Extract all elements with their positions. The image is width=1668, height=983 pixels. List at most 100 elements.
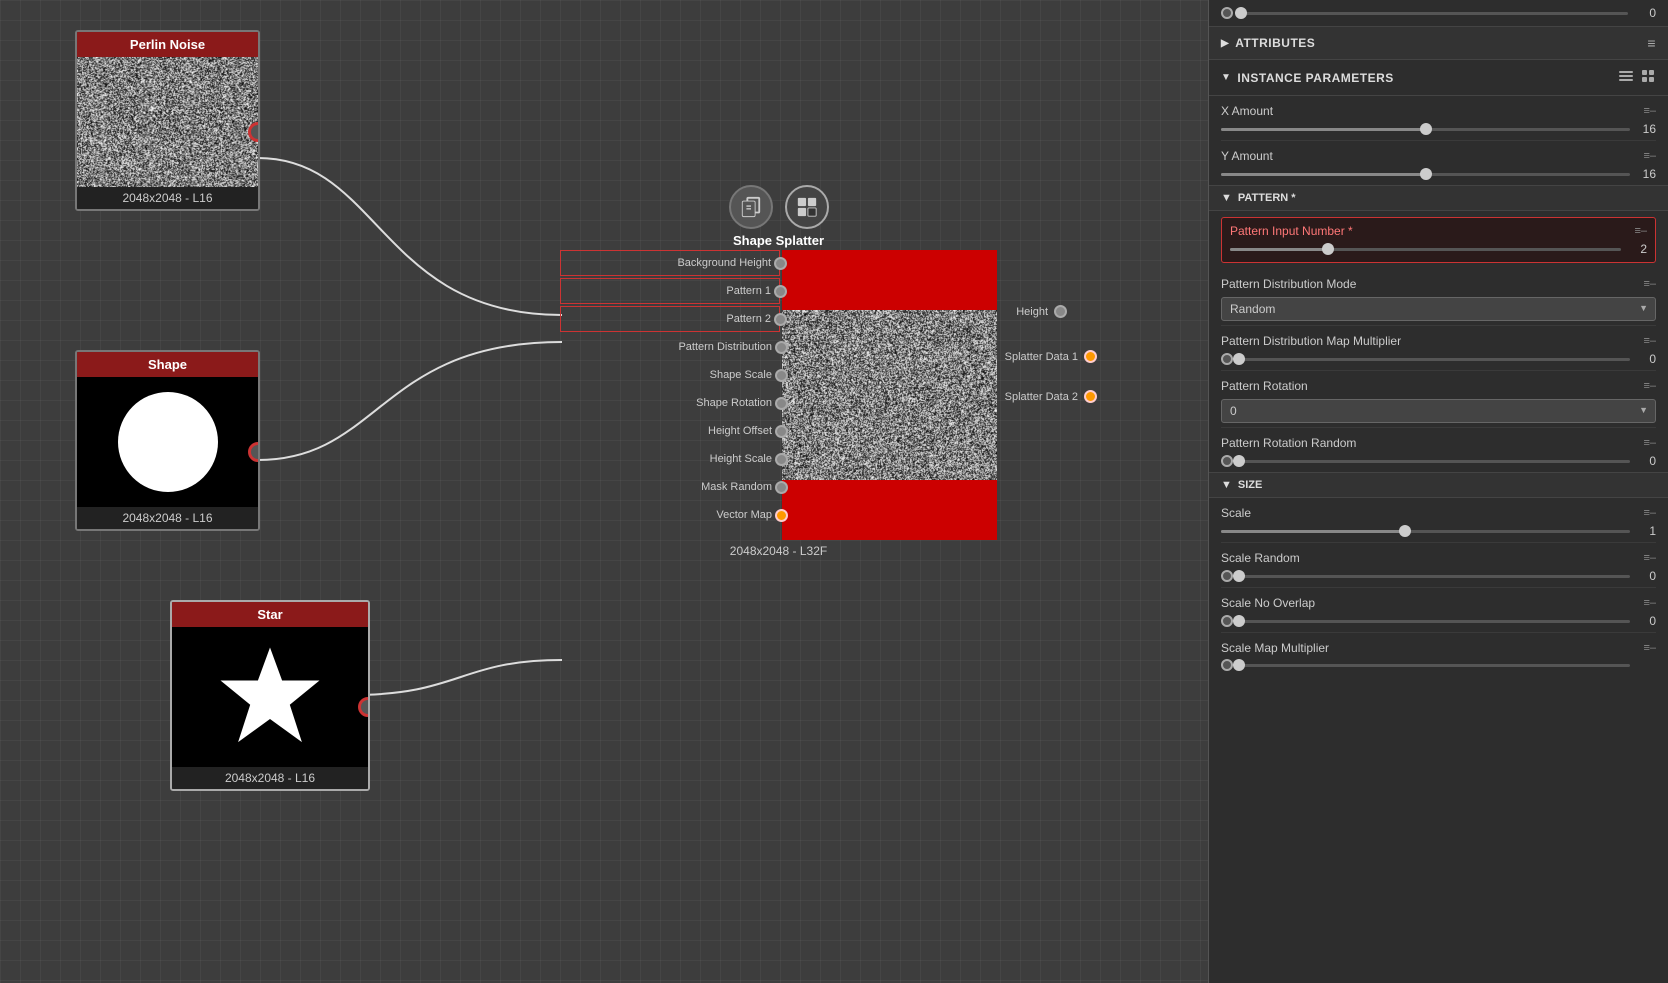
right-panel: 0 ▶ ATTRIBUTES ≡ ▼ INSTANCE PARAMETERS (1208, 0, 1668, 983)
pattern-input-number-thumb[interactable] (1322, 243, 1334, 255)
top-slider-port[interactable] (1221, 7, 1233, 19)
scale-map-multiplier-port[interactable] (1221, 659, 1233, 671)
port-shape-rotation[interactable] (775, 397, 788, 410)
x-amount-thumb[interactable] (1420, 123, 1432, 135)
port-vector-map[interactable] (775, 509, 788, 522)
input-pattern2: Pattern 2 (560, 306, 780, 332)
scale-map-multiplier-menu[interactable]: ≡– (1643, 642, 1656, 654)
y-amount-slider[interactable] (1221, 173, 1630, 176)
attributes-section-header[interactable]: ▶ ATTRIBUTES ≡ (1209, 27, 1668, 60)
scale-no-overlap-port[interactable] (1221, 615, 1233, 627)
y-amount-thumb[interactable] (1420, 168, 1432, 180)
scale-random-label: Scale Random (1221, 551, 1300, 565)
pattern-rotation-random-slider[interactable] (1239, 460, 1630, 463)
attributes-menu-icon[interactable]: ≡ (1647, 35, 1656, 51)
pattern-dist-map-mult-slider[interactable] (1239, 358, 1630, 361)
input-pattern-distribution: Pattern Distribution (560, 334, 780, 360)
pattern-section-header[interactable]: ▼ Pattern * (1209, 185, 1668, 211)
input-mask-random: Mask Random (560, 474, 780, 500)
input-height-scale: Height Scale (560, 446, 780, 472)
port-pattern-distribution[interactable] (775, 341, 788, 354)
star-node[interactable]: Star 2048x2048 - L16 (170, 600, 370, 791)
pattern-distribution-mode-select[interactable]: Random Uniform Clustered (1221, 297, 1656, 321)
scale-no-overlap-menu[interactable]: ≡– (1643, 597, 1656, 609)
star-node-title: Star (172, 602, 368, 627)
port-height-offset[interactable] (775, 425, 788, 438)
splatter-view-btn[interactable] (785, 185, 829, 229)
scale-value: 1 (1636, 524, 1656, 538)
pattern-rotation-random-value: 0 (1636, 454, 1656, 468)
scale-slider[interactable] (1221, 530, 1630, 533)
top-slider-value: 0 (1636, 6, 1656, 20)
pattern-dist-map-mult-menu[interactable]: ≡– (1643, 335, 1656, 347)
y-amount-label: Y Amount (1221, 149, 1273, 163)
port-height-scale[interactable] (775, 453, 788, 466)
scale-random-slider[interactable] (1239, 575, 1630, 578)
shape-node-label: 2048x2048 - L16 (77, 507, 258, 529)
shape-node-title: Shape (77, 352, 258, 377)
pattern-distribution-mode-label: Pattern Distribution Mode (1221, 277, 1356, 291)
scale-random-menu[interactable]: ≡– (1643, 552, 1656, 564)
scale-no-overlap-param: Scale No Overlap ≡– 0 (1221, 588, 1656, 633)
pattern-rotation-random-menu[interactable]: ≡– (1643, 437, 1656, 449)
top-slider-thumb[interactable] (1235, 7, 1247, 19)
output-height: Height (1016, 305, 1067, 318)
port-pattern2[interactable] (774, 313, 787, 326)
canvas-area[interactable]: Perlin Noise 2048x2048 - L16 Shape 2048x… (0, 0, 1208, 983)
pattern-input-number-slider[interactable] (1230, 248, 1621, 251)
star-svg (215, 642, 325, 752)
scale-no-overlap-value: 0 (1636, 614, 1656, 628)
pattern-rotation-select[interactable]: 0 90 180 270 Random (1221, 399, 1656, 423)
attributes-label: ATTRIBUTES (1235, 36, 1315, 50)
x-amount-param: X Amount ≡– 16 (1221, 96, 1656, 141)
port-shape-scale[interactable] (775, 369, 788, 382)
scale-param: Scale ≡– 1 (1221, 498, 1656, 543)
port-out-splatter1[interactable] (1084, 350, 1097, 363)
pattern-rotation-menu[interactable]: ≡– (1643, 380, 1656, 392)
scale-random-param: Scale Random ≡– 0 (1221, 543, 1656, 588)
instance-params-header[interactable]: ▼ INSTANCE PARAMETERS (1209, 60, 1668, 96)
port-out-height[interactable] (1054, 305, 1067, 318)
x-amount-menu[interactable]: ≡– (1643, 105, 1656, 117)
output-splatter1: Splatter Data 1 (1005, 350, 1097, 363)
pattern-rotation-param: Pattern Rotation ≡– 0 90 180 270 Random (1221, 371, 1656, 428)
size-section-label: Size (1238, 479, 1262, 491)
scale-no-overlap-slider[interactable] (1239, 620, 1630, 623)
top-slider-track[interactable] (1241, 12, 1628, 15)
shape-node[interactable]: Shape 2048x2048 - L16 (75, 350, 260, 531)
instance-params-extra-icon[interactable] (1640, 68, 1656, 87)
pattern-section-label: Pattern * (1238, 192, 1296, 204)
star-node-label: 2048x2048 - L16 (172, 767, 368, 789)
splatter-node-wrapper: Shape Splatter Background Height Pattern… (560, 185, 997, 558)
y-amount-menu[interactable]: ≡– (1643, 150, 1656, 162)
pattern-dist-map-mult-label: Pattern Distribution Map Multiplier (1221, 334, 1401, 348)
splatter-noise-canvas (782, 310, 997, 480)
scale-random-port[interactable] (1221, 570, 1233, 582)
pattern-distribution-mode-menu[interactable]: ≡– (1643, 278, 1656, 290)
port-out-splatter2[interactable] (1084, 390, 1097, 403)
pattern-rotation-random-port[interactable] (1221, 455, 1233, 467)
pattern-distribution-mode-param: Pattern Distribution Mode ≡– Random Unif… (1221, 269, 1656, 326)
x-amount-fill (1221, 128, 1426, 131)
instance-params-label: INSTANCE PARAMETERS (1237, 71, 1393, 85)
x-amount-slider[interactable] (1221, 128, 1630, 131)
pattern-dist-map-mult-port[interactable] (1221, 353, 1233, 365)
scale-menu[interactable]: ≡– (1643, 507, 1656, 519)
input-height-offset: Height Offset (560, 418, 780, 444)
scale-label: Scale (1221, 506, 1251, 520)
x-amount-label: X Amount (1221, 104, 1273, 118)
port-background-height[interactable] (774, 257, 787, 270)
splatter-copy-btn[interactable] (729, 185, 773, 229)
instance-params-menu-icon[interactable] (1618, 68, 1634, 87)
port-mask-random[interactable] (775, 481, 788, 494)
perlin-noise-title: Perlin Noise (77, 32, 258, 57)
splatter-inputs: Background Height Pattern 1 Pattern 2 Pa… (560, 250, 780, 540)
port-pattern1[interactable] (774, 285, 787, 298)
input-vector-map: Vector Map (560, 502, 780, 528)
perlin-noise-node[interactable]: Perlin Noise 2048x2048 - L16 (75, 30, 260, 211)
pattern-input-number-menu[interactable]: ≡– (1634, 225, 1647, 237)
scale-map-multiplier-slider[interactable] (1239, 664, 1630, 667)
pattern-dist-map-mult-value: 0 (1636, 352, 1656, 366)
size-section-header[interactable]: ▼ Size (1209, 472, 1668, 498)
instance-params-chevron: ▼ (1221, 72, 1231, 83)
